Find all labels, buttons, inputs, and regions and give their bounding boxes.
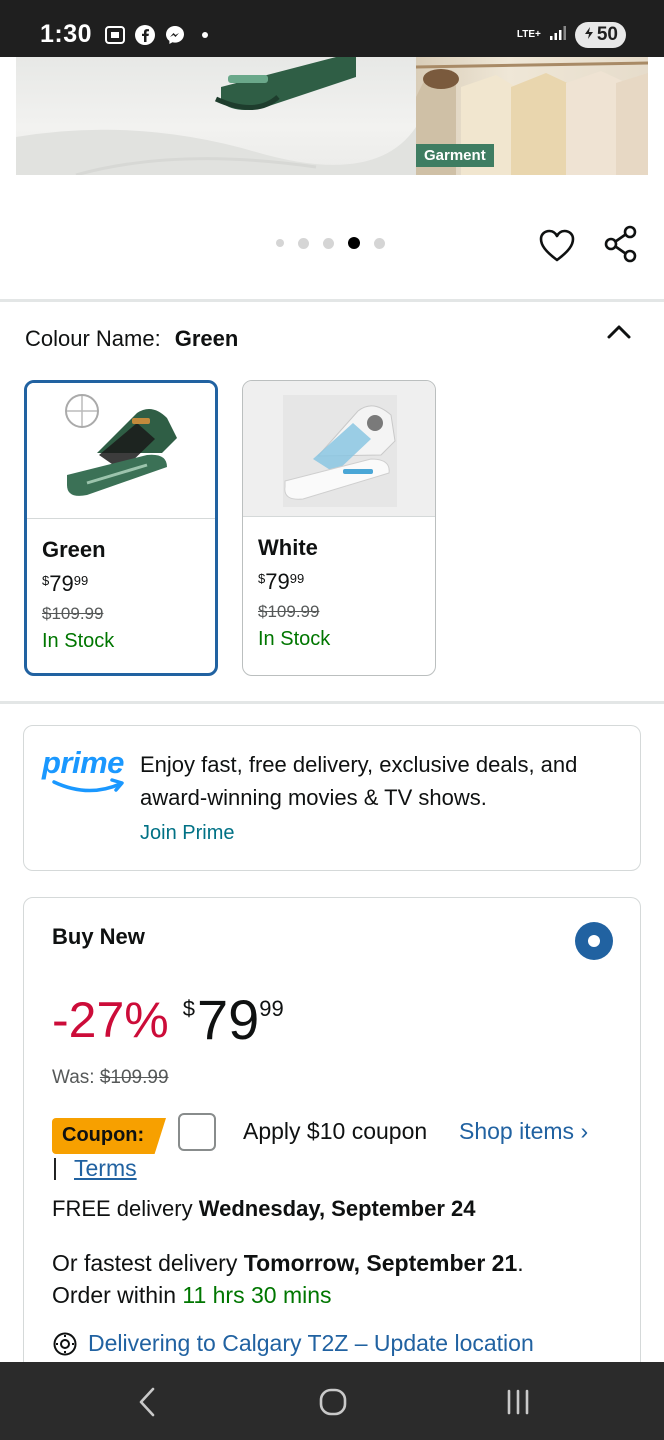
variant-was-price: $109.99	[258, 602, 320, 621]
price-cents: 99	[73, 573, 89, 588]
back-icon	[139, 1387, 155, 1417]
battery-level: 50	[596, 24, 618, 45]
section-divider	[0, 299, 664, 302]
price-cents: 99	[259, 996, 284, 1021]
variant-was-price: $109.99	[42, 604, 104, 623]
wishlist-button[interactable]	[537, 226, 577, 266]
battery-icon	[583, 24, 595, 46]
recents-icon	[507, 1389, 529, 1415]
buy-new-radio[interactable]	[575, 922, 613, 960]
was-value: $109.99	[99, 1067, 169, 1088]
variant-stock-status: In Stock	[258, 628, 331, 650]
coupon-text: Apply $10 coupon	[243, 1118, 428, 1144]
variant-green-info: Green $7999 $109.99 In Stock	[27, 519, 215, 653]
location-text[interactable]: Delivering to Calgary T2Z – Update locat…	[88, 1330, 534, 1357]
section-divider	[0, 701, 664, 704]
pipe-separator: |	[52, 1154, 58, 1180]
fastest-delivery: Or fastest delivery Tomorrow, September …	[52, 1247, 612, 1311]
prime-promo: prime Enjoy fast, free delivery, exclusi…	[23, 725, 641, 871]
carousel-dot-active[interactable]	[348, 237, 360, 249]
was-price: Was: $109.99	[52, 1067, 169, 1089]
free-delivery: FREE delivery Wednesday, September 24	[52, 1196, 475, 1222]
current-price: $ 79 99	[183, 990, 284, 1050]
buy-new-title: Buy New	[52, 924, 145, 949]
fast-prefix: Or fastest delivery	[52, 1250, 244, 1276]
product-image-carousel[interactable]: Garment	[16, 57, 648, 175]
share-icon	[604, 225, 637, 263]
variant-white-image	[243, 381, 435, 517]
variant-white-info: White $7999 $109.99 In Stock	[243, 517, 435, 651]
carousel-dot[interactable]	[374, 237, 385, 249]
was-label: Was:	[52, 1067, 95, 1088]
price-cents: 99	[289, 571, 305, 586]
back-button[interactable]	[128, 1382, 168, 1422]
delivery-prefix: FREE delivery	[52, 1196, 199, 1221]
order-countdown: 11 hrs 30 mins	[182, 1282, 332, 1308]
price-whole: 79	[49, 571, 74, 596]
terms-link[interactable]: Terms	[74, 1155, 137, 1182]
status-right: LTE+ 50	[517, 22, 626, 48]
dot-icon	[194, 24, 216, 46]
currency-symbol: $	[258, 571, 266, 586]
shop-items-link[interactable]: Shop items ›	[459, 1118, 588, 1145]
status-time: 1:30	[40, 20, 93, 48]
variant-green[interactable]: Green $7999 $109.99 In Stock	[24, 380, 218, 676]
variant-name: Green	[42, 537, 106, 562]
heart-icon	[539, 229, 575, 262]
join-prime-link[interactable]: Join Prime	[140, 822, 234, 845]
home-button[interactable]	[313, 1382, 353, 1422]
screenshot-icon	[104, 24, 126, 46]
home-icon	[319, 1388, 347, 1416]
currency-symbol: $	[42, 573, 50, 588]
garment-tag: Garment	[416, 144, 494, 167]
coupon-checkbox[interactable]	[178, 1113, 216, 1151]
delivery-date: Wednesday, September 24	[198, 1196, 476, 1221]
variant-price: $7999	[42, 571, 215, 597]
prime-description: Enjoy fast, free delivery, exclusive dea…	[140, 752, 578, 810]
delivery-location-link[interactable]: Delivering to Calgary T2Z – Update locat…	[52, 1330, 534, 1357]
variant-stock-status: In Stock	[42, 630, 115, 652]
android-nav-bar	[0, 1362, 664, 1440]
prime-logo-text: prime	[42, 745, 124, 780]
order-within-label: Order within	[52, 1282, 183, 1308]
notification-icons	[104, 24, 216, 46]
prime-logo: prime	[42, 746, 126, 802]
vacuum-on-sheet-image	[16, 57, 416, 175]
carousel-dots[interactable]	[276, 237, 385, 249]
buy-new-box: Buy New -27% $ 79 99 Was: $109.99 Coupon…	[23, 897, 641, 1397]
price-whole: 79	[265, 569, 290, 594]
variant-price: $7999	[258, 569, 435, 595]
facebook-icon	[134, 24, 156, 46]
price-line: -27% $ 79 99	[52, 990, 284, 1050]
variant-green-image	[27, 383, 215, 519]
battery-indicator: 50	[574, 22, 626, 48]
colour-label: Colour Name:	[25, 326, 161, 351]
chevron-up-icon	[607, 325, 631, 339]
variant-white[interactable]: White $7999 $109.99 In Stock	[242, 380, 436, 676]
colour-value: Green	[174, 326, 239, 351]
discount-percent: -27%	[52, 992, 169, 1048]
currency-symbol: $	[182, 996, 195, 1021]
location-pin-icon	[53, 1332, 77, 1355]
prime-smile-icon	[52, 778, 124, 793]
carousel-dot[interactable]	[298, 237, 309, 249]
coupon-badge: Coupon:	[52, 1118, 166, 1154]
fast-date: Tomorrow, September 21	[243, 1250, 518, 1276]
recents-button[interactable]	[498, 1382, 538, 1422]
status-bar: 1:30 LTE+ 50	[0, 0, 664, 57]
messenger-icon	[164, 24, 186, 46]
colour-name-row: Colour Name: Green	[25, 326, 238, 352]
carousel-dot[interactable]	[276, 239, 284, 247]
carousel-dot[interactable]	[323, 237, 334, 249]
collapse-colour-button[interactable]	[604, 320, 634, 344]
price-whole: 79	[196, 988, 260, 1051]
share-button[interactable]	[602, 224, 642, 264]
signal-icon	[549, 25, 567, 46]
network-type: LTE+	[516, 29, 541, 40]
garment-image: Garment	[415, 57, 648, 175]
variant-name: White	[258, 535, 318, 560]
fast-period: .	[517, 1250, 524, 1276]
